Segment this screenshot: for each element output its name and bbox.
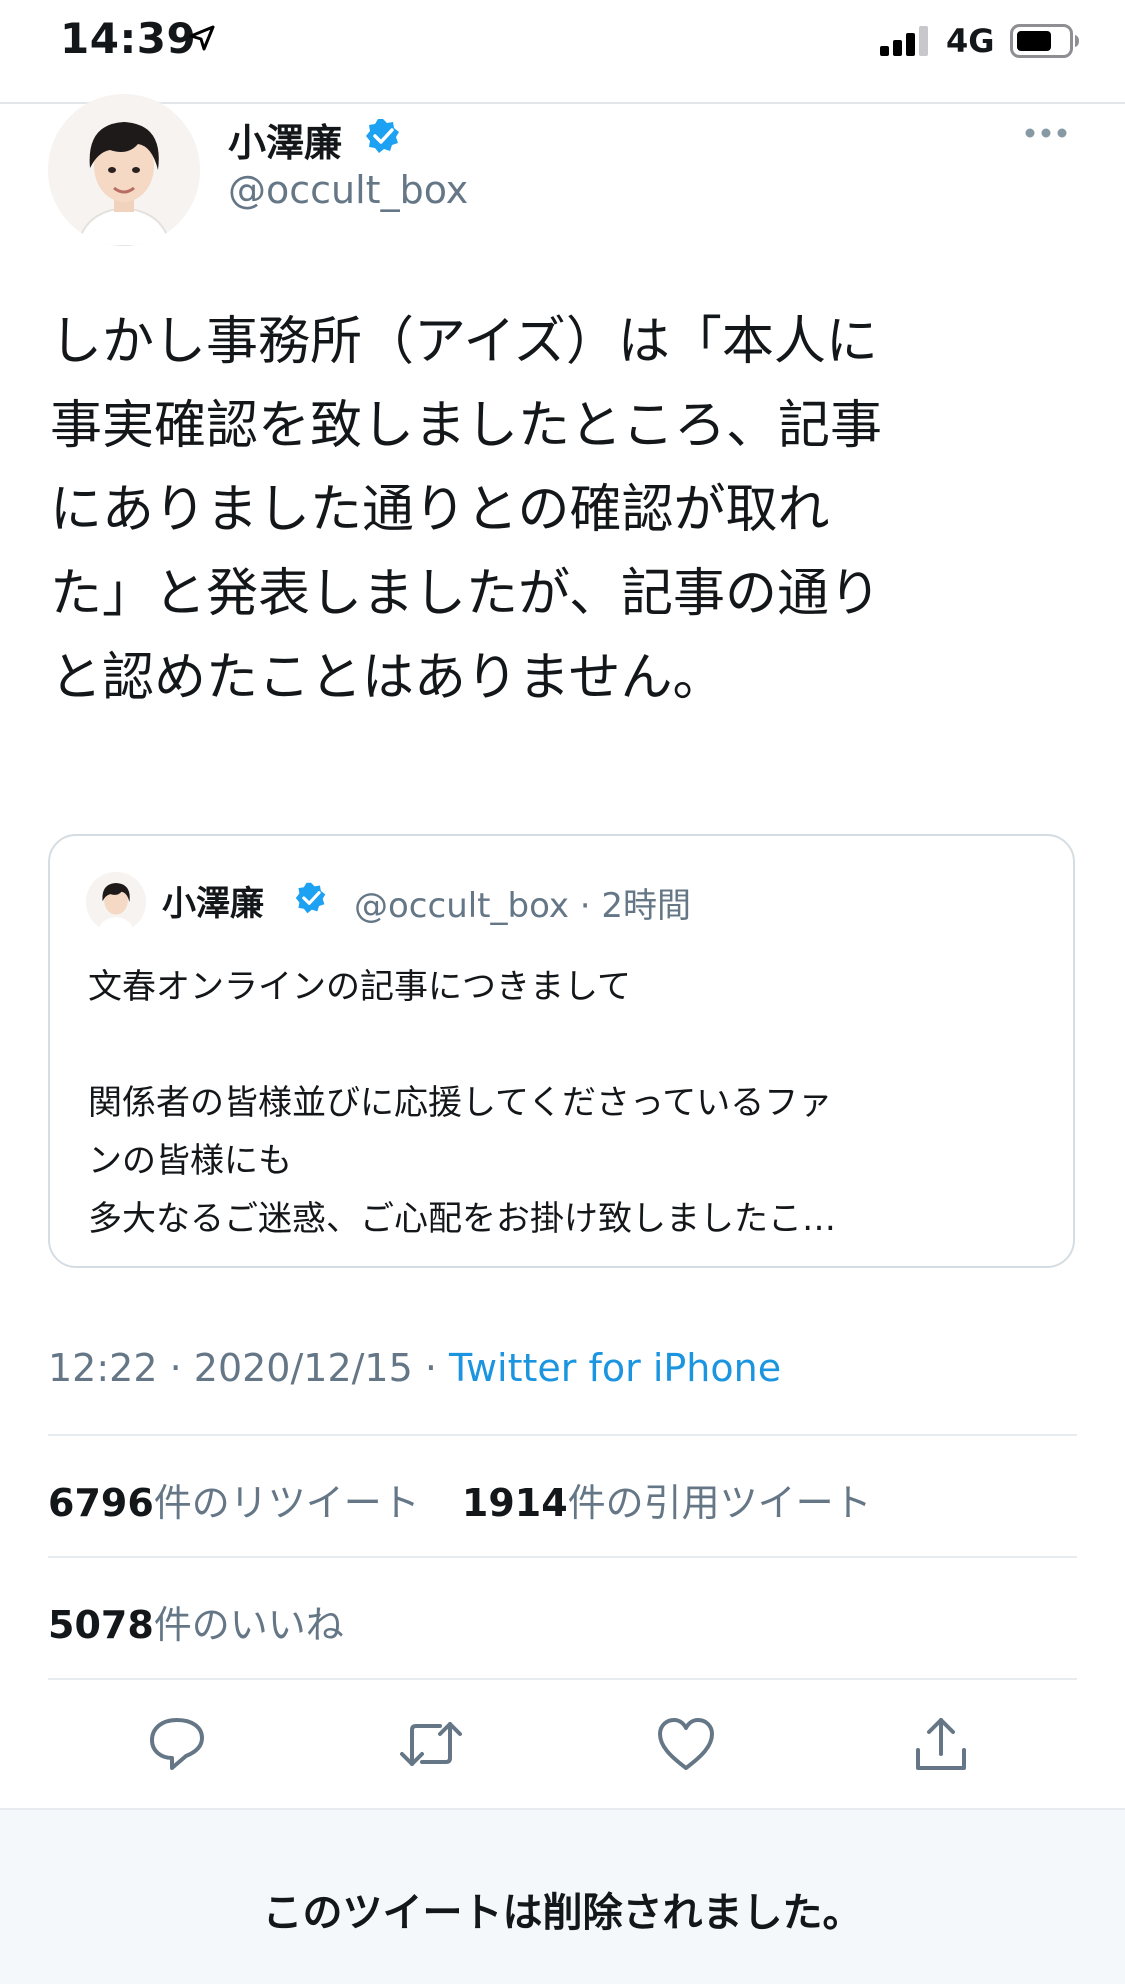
more-icon[interactable] [1024, 124, 1068, 143]
location-arrow-icon [188, 24, 216, 56]
verified-badge-icon [364, 117, 402, 159]
divider [48, 1678, 1077, 1680]
quoted-author-avatar [86, 872, 146, 932]
author-avatar[interactable] [48, 94, 200, 246]
quoted-handle-time: @occult_box · 2時間 [354, 886, 692, 926]
likes-count: 5078 [48, 1603, 154, 1647]
tweet-time: 12:22 [48, 1346, 158, 1390]
author-name[interactable]: 小澤廉 [228, 112, 342, 167]
retweets-count: 6796 [48, 1481, 154, 1525]
meta-separator: · [157, 1346, 194, 1390]
likes-label: 件のいいね [153, 1603, 344, 1647]
deleted-tweet-banner: このツイートは削除されました。 [0, 1808, 1125, 1984]
tweet-date: 2020/12/15 [193, 1346, 413, 1390]
quoted-tweet-text: 文春オンラインの記事につきまして 関係者の皆様並びに応援してくださっているファ … [88, 967, 836, 1239]
deleted-tweet-message: このツイートは削除されました。 [262, 1890, 863, 1936]
tweet-source-link[interactable]: Twitter for iPhone [449, 1346, 781, 1390]
author-handle[interactable]: @occult_box [228, 168, 468, 212]
battery-icon [1010, 24, 1080, 62]
likes-stat[interactable]: 5078件のいいね [48, 1594, 344, 1649]
tweet-meta: 12:22 · 2020/12/15 · Twitter for iPhone [48, 1346, 781, 1390]
retweets-label: 件のリツイート [153, 1481, 420, 1525]
share-icon[interactable] [912, 1716, 970, 1778]
verified-badge-icon [294, 881, 328, 919]
status-bar: 14:39 4G [0, 0, 1125, 100]
quotes-count: 1914 [461, 1481, 568, 1525]
reply-icon[interactable] [148, 1716, 206, 1776]
tweet-text: しかし事務所（アイズ）は「本人に 事実確認を致しましたところ、記事 にありました… [50, 312, 883, 708]
quoted-tweet-card[interactable]: 小澤廉 @occult_box · 2時間 文春オンラインの記事につきまして 関… [48, 834, 1075, 1268]
retweet-icon[interactable] [398, 1716, 464, 1776]
likes-row: 5078件のいいね [48, 1594, 374, 1649]
divider [48, 1556, 1077, 1558]
quoted-author-name: 小澤廉 [162, 884, 264, 924]
nav-divider [0, 102, 1125, 104]
meta-separator: · [412, 1346, 450, 1390]
status-time: 14:39 [60, 14, 197, 63]
heart-icon[interactable] [656, 1716, 716, 1776]
quotes-label: 件の引用ツイート [567, 1481, 872, 1525]
signal-icon [880, 26, 930, 60]
network-type: 4G [946, 22, 995, 60]
quote-tweets-stat[interactable]: 1914件の引用ツイート [462, 1472, 872, 1527]
divider [48, 1434, 1077, 1436]
retweets-stat[interactable]: 6796件のリツイート [48, 1472, 420, 1527]
stats-row: 6796件のリツイート 1914件の引用ツイート [48, 1472, 902, 1527]
